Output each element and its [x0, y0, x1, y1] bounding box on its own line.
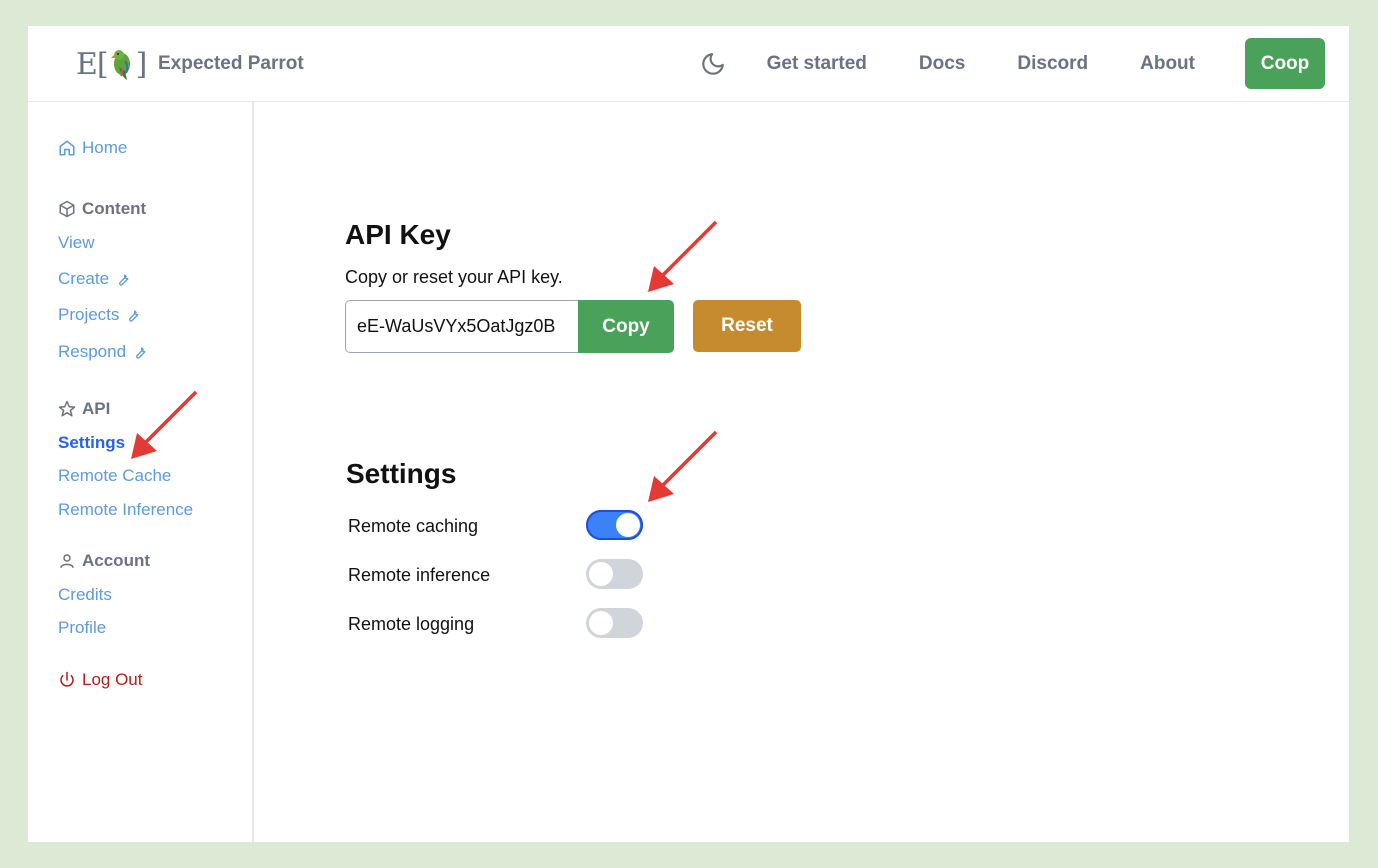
sidebar-label-credits: Credits	[58, 585, 112, 604]
wrench-icon	[132, 344, 148, 360]
sidebar-section-api: API	[58, 399, 110, 419]
sidebar-label-content: Content	[82, 199, 147, 218]
sidebar-item-respond[interactable]: Respond	[58, 342, 148, 362]
api-key-subtitle: Copy or reset your API key.	[345, 267, 563, 287]
app-window: E[ ] Expected Parrot Get started Docs Di…	[28, 26, 1349, 842]
reset-button[interactable]: Reset	[693, 300, 801, 352]
sidebar-label-api: API	[82, 399, 111, 418]
sidebar-item-settings[interactable]: Settings	[58, 433, 125, 453]
top-nav: Get started Docs Discord About Coop	[699, 38, 1325, 89]
sidebar-label-create: Create	[58, 269, 110, 288]
logo-mark: E[ ]	[76, 46, 148, 82]
annotation-arrow-toggle	[648, 430, 718, 502]
logo-right-bracket: ]	[135, 46, 148, 82]
sidebar-label-settings: Settings	[58, 433, 126, 452]
star-icon	[58, 400, 76, 418]
nav-get-started[interactable]: Get started	[767, 53, 867, 75]
sidebar-label-home: Home	[82, 138, 128, 157]
sidebar-item-profile[interactable]: Profile	[58, 618, 106, 638]
sidebar-item-logout[interactable]: Log Out	[58, 670, 143, 690]
logo-left-bracket: E[	[76, 46, 109, 82]
sidebar: Home Content View Create Projects Respon…	[28, 102, 254, 842]
sidebar-label-logout: Log Out	[82, 670, 143, 689]
api-key-value: eE-WaUsVYx5OatJgz0B	[357, 316, 556, 336]
moon-icon	[701, 52, 724, 75]
nav-docs[interactable]: Docs	[919, 53, 965, 75]
toggle-remote-inference[interactable]	[586, 559, 643, 589]
sidebar-label-respond: Respond	[58, 342, 127, 361]
annotation-arrow-settings	[131, 390, 198, 459]
user-icon	[58, 552, 76, 570]
sidebar-label-account: Account	[82, 551, 150, 570]
toggle-knob	[616, 513, 640, 537]
sidebar-label-view: View	[58, 233, 95, 252]
sidebar-label-projects: Projects	[58, 305, 120, 324]
sidebar-section-account: Account	[58, 551, 150, 571]
power-icon	[58, 671, 76, 689]
brand-name[interactable]: Expected Parrot	[158, 53, 304, 75]
sidebar-label-profile: Profile	[58, 618, 107, 637]
coop-button[interactable]: Coop	[1245, 38, 1325, 89]
api-key-field[interactable]: eE-WaUsVYx5OatJgz0B	[345, 300, 579, 353]
dark-mode-toggle[interactable]	[699, 50, 727, 78]
sidebar-section-content: Content	[58, 199, 146, 219]
top-header: E[ ] Expected Parrot Get started Docs Di…	[28, 26, 1349, 102]
sidebar-item-home[interactable]: Home	[58, 138, 127, 158]
toggle-remote-logging[interactable]	[586, 608, 643, 638]
cube-icon	[58, 200, 76, 218]
sidebar-item-view[interactable]: View	[58, 233, 95, 253]
toggle-remote-caching[interactable]	[586, 510, 643, 540]
nav-discord[interactable]: Discord	[1017, 53, 1088, 75]
sidebar-label-remote-inference: Remote Inference	[58, 500, 194, 519]
wrench-icon	[115, 271, 131, 287]
settings-title: Settings	[346, 458, 457, 489]
sidebar-item-remote-cache[interactable]: Remote Cache	[58, 466, 171, 486]
toggle-knob	[589, 562, 613, 586]
home-icon	[58, 139, 76, 157]
setting-label-remote-caching: Remote caching	[348, 516, 479, 536]
sidebar-label-remote-cache: Remote Cache	[58, 466, 172, 485]
copy-button[interactable]: Copy	[578, 300, 674, 353]
main-content: API Key Copy or reset your API key. eE-W…	[254, 102, 1349, 842]
setting-label-remote-logging: Remote logging	[348, 614, 475, 634]
nav-about[interactable]: About	[1140, 53, 1195, 75]
sidebar-item-create[interactable]: Create	[58, 269, 131, 289]
api-key-title: API Key	[345, 219, 451, 250]
sidebar-item-credits[interactable]: Credits	[58, 585, 112, 605]
sidebar-item-remote-inference[interactable]: Remote Inference	[58, 500, 193, 520]
parrot-icon	[110, 50, 130, 80]
toggle-knob	[589, 611, 613, 635]
sidebar-item-projects[interactable]: Projects	[58, 305, 141, 325]
logo[interactable]: E[ ]	[76, 44, 148, 84]
wrench-icon	[125, 307, 141, 323]
annotation-arrow-copy	[648, 220, 718, 292]
setting-label-remote-inference: Remote inference	[348, 565, 491, 585]
